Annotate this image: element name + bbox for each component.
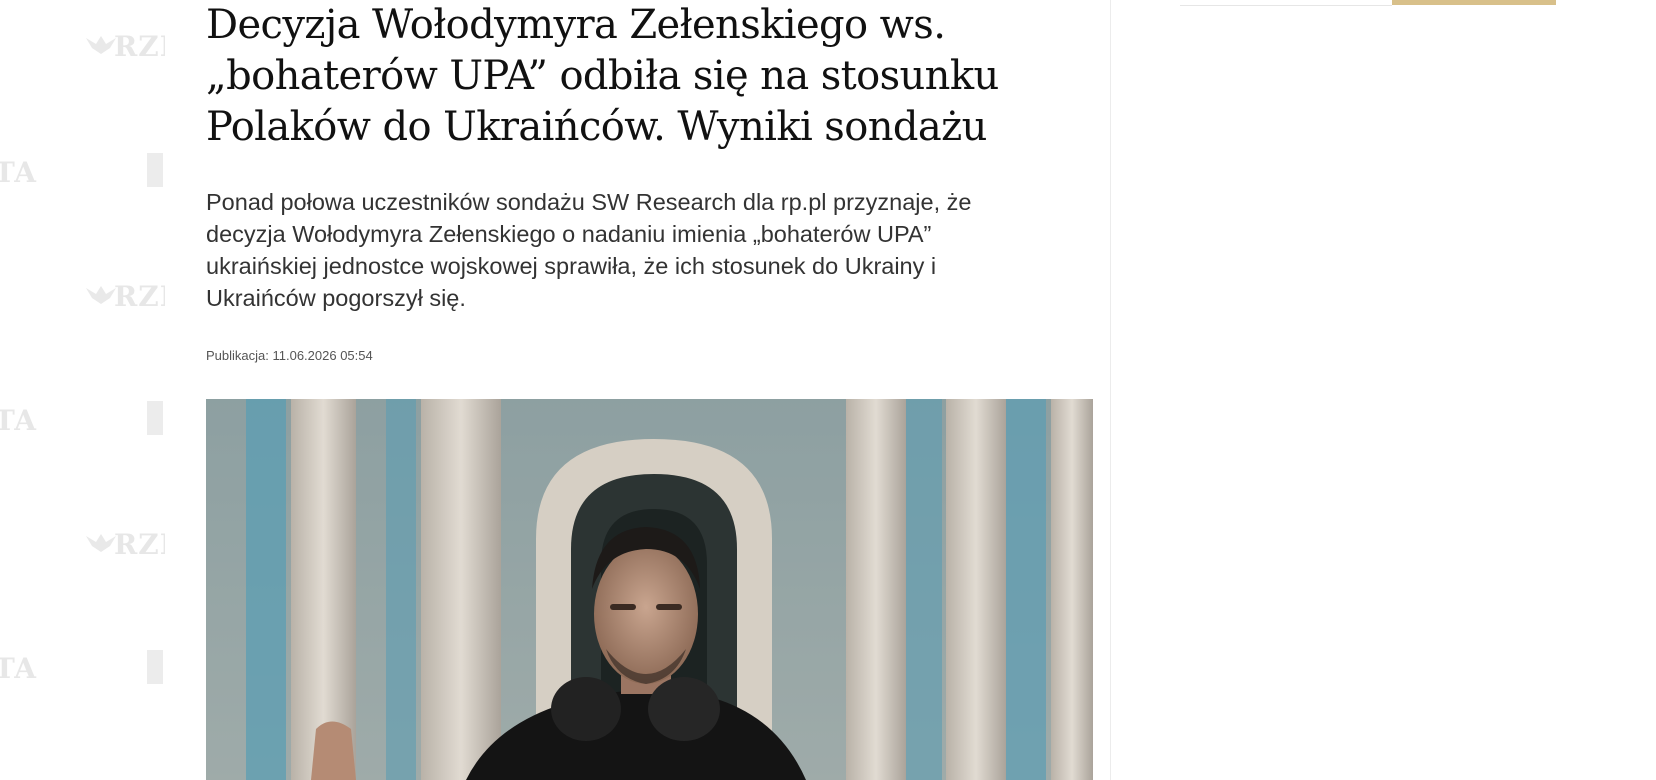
watermark-text: TA	[0, 404, 38, 437]
watermark-background: RZE TA RZE TA RZE TA	[0, 0, 165, 780]
top-divider	[1180, 5, 1392, 6]
watermark-text: RZE	[114, 528, 165, 561]
hero-image[interactable]	[206, 399, 1093, 780]
hero-photo	[206, 399, 1093, 780]
column-divider	[1110, 0, 1111, 780]
watermark-text: RZE	[114, 280, 165, 313]
watermark-text: RZE	[114, 30, 165, 63]
eagle-watermark-icon	[86, 36, 116, 54]
eagle-watermark-icon	[86, 286, 116, 304]
watermark-mark	[147, 153, 163, 187]
page: RZE TA RZE TA RZE TA Decyzja Wołodymyra …	[0, 0, 1656, 780]
article-headline: Decyzja Wołodymyra Zełenskiego ws. „boha…	[206, 2, 999, 150]
watermark-mark	[147, 650, 163, 684]
article-lead: Ponad połowa uczestników sondażu SW Rese…	[206, 189, 972, 311]
watermark-text: TA	[0, 652, 38, 685]
publication-date: Publikacja: 11.06.2026 05:54	[206, 348, 373, 363]
accent-bar	[1392, 0, 1556, 5]
watermark-text: TA	[0, 156, 38, 189]
eagle-watermark-icon	[86, 534, 116, 552]
watermark-mark	[147, 401, 163, 435]
